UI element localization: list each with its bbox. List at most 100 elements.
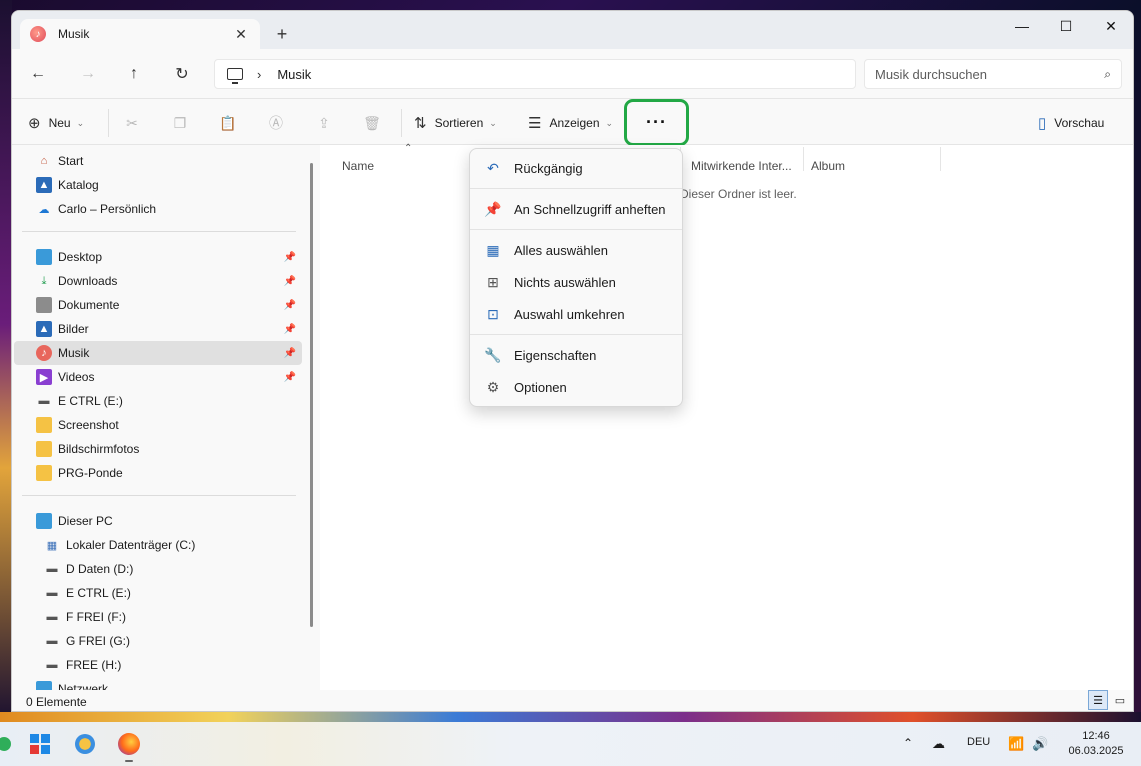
music-icon: ♪ bbox=[30, 26, 46, 42]
column-divider[interactable] bbox=[940, 147, 941, 171]
menu-divider bbox=[470, 229, 682, 230]
computer-icon bbox=[227, 68, 243, 84]
sidebar-item-katalog[interactable]: ▲ Katalog bbox=[14, 173, 302, 197]
navigation-bar: ← → ↑ ↻ › Musik Musik durchsuchen ⌕ bbox=[12, 49, 1133, 99]
copy-icon[interactable]: ❐ bbox=[169, 113, 191, 133]
video-icon: ▶ bbox=[36, 369, 52, 385]
refresh-button[interactable]: ↻ bbox=[168, 62, 196, 86]
tab-musik[interactable]: ♪ Musik ✕ bbox=[20, 19, 260, 49]
sidebar-item-drive-g[interactable]: ▬ G FREI (G:) bbox=[14, 629, 302, 653]
sidebar-item-drive-h[interactable]: ▬ FREE (H:) bbox=[14, 653, 302, 677]
pin-icon[interactable]: 📌 bbox=[284, 276, 296, 287]
sidebar-item-drive-c[interactable]: ▦ Lokaler Datenträger (C:) bbox=[14, 533, 302, 557]
view-label: Anzeigen bbox=[549, 116, 600, 130]
sidebar-item-videos[interactable]: ▶ Videos 📌 bbox=[14, 365, 302, 389]
menu-divider bbox=[470, 188, 682, 189]
invert-selection-icon: ⊡ bbox=[487, 305, 499, 322]
paste-icon[interactable]: 📋 bbox=[217, 113, 239, 133]
pin-icon[interactable]: 📌 bbox=[284, 300, 296, 311]
sidebar-scrollbar[interactable] bbox=[310, 163, 313, 627]
sidebar-item-drive-d[interactable]: ▬ D Daten (D:) bbox=[14, 557, 302, 581]
sidebar-item-prg-ponde[interactable]: PRG-Ponde bbox=[14, 461, 302, 485]
sidebar-item-network[interactable]: Netzwerk bbox=[14, 677, 302, 690]
cut-icon[interactable]: ✂ bbox=[121, 113, 143, 133]
close-button[interactable]: ✕ bbox=[1088, 11, 1133, 41]
sidebar-item-dokumente[interactable]: Dokumente 📌 bbox=[14, 293, 302, 317]
start-menu-icon[interactable] bbox=[26, 730, 54, 758]
pictures-icon: ▲ bbox=[36, 321, 52, 337]
menu-item-undo[interactable]: ↶ Rückgängig bbox=[474, 153, 680, 183]
delete-icon[interactable]: 🗑 bbox=[361, 113, 383, 133]
menu-item-pin-quick-access[interactable]: 📌 An Schnellzugriff anheften bbox=[474, 194, 680, 224]
new-tab-button[interactable]: + bbox=[270, 23, 294, 47]
back-button[interactable]: ← bbox=[24, 62, 52, 86]
pin-icon[interactable]: 📌 bbox=[284, 324, 296, 335]
tab-close-icon[interactable]: ✕ bbox=[232, 26, 250, 43]
sidebar-item-label: Musik bbox=[58, 346, 90, 360]
menu-item-invert-selection[interactable]: ⊡ Auswahl umkehren bbox=[474, 299, 680, 329]
chevron-up-icon[interactable]: ⌃ bbox=[903, 736, 913, 750]
search-placeholder: Musik durchsuchen bbox=[875, 66, 987, 82]
menu-item-select-none[interactable]: ⊞ Nichts auswählen bbox=[474, 267, 680, 297]
minimize-button[interactable]: — bbox=[999, 11, 1045, 41]
sidebar-item-label: Bildschirmfotos bbox=[58, 442, 140, 456]
sidebar-item-label: Dokumente bbox=[58, 298, 120, 312]
sidebar-item-drive-e[interactable]: ▬ E CTRL (E:) bbox=[14, 389, 302, 413]
sidebar-item-label: Screenshot bbox=[58, 418, 119, 432]
sidebar-item-onedrive[interactable]: ☁ Carlo – Persönlich bbox=[14, 197, 302, 221]
preview-button[interactable]: ▯ Vorschau bbox=[1038, 109, 1104, 137]
sidebar-item-start[interactable]: ⌂ Start bbox=[14, 149, 302, 173]
column-divider[interactable] bbox=[803, 147, 804, 171]
sidebar-item-label: Carlo – Persönlich bbox=[58, 202, 157, 216]
new-button[interactable]: ⊕ Neu ⌄ bbox=[28, 109, 84, 137]
column-header-album[interactable]: Album bbox=[811, 159, 845, 173]
sidebar-item-drive-e2[interactable]: ▬ E CTRL (E:) bbox=[14, 581, 302, 605]
sidebar-item-label: D Daten (D:) bbox=[66, 562, 134, 576]
language-indicator[interactable]: DEU bbox=[967, 736, 990, 748]
firefox-icon[interactable] bbox=[115, 730, 143, 758]
share-icon[interactable]: ⇪ bbox=[313, 113, 335, 133]
sidebar-item-bildschirmfotos[interactable]: Bildschirmfotos bbox=[14, 437, 302, 461]
sort-icon: ⇅ bbox=[414, 115, 427, 132]
view-button[interactable]: ☰ Anzeigen ⌄ bbox=[528, 109, 613, 137]
sidebar-item-screenshot[interactable]: Screenshot bbox=[14, 413, 302, 437]
menu-item-label: Nichts auswählen bbox=[514, 274, 616, 290]
pin-icon[interactable]: 📌 bbox=[284, 348, 296, 359]
sidebar-item-downloads[interactable]: ⤓ Downloads 📌 bbox=[14, 269, 302, 293]
pin-icon[interactable]: 📌 bbox=[284, 372, 296, 383]
chevron-right-icon[interactable]: › bbox=[257, 67, 261, 82]
details-view-icon[interactable]: ☰ bbox=[1088, 690, 1108, 710]
menu-item-label: An Schnellzugriff anheften bbox=[514, 201, 666, 217]
clock-time: 12:46 bbox=[1082, 730, 1110, 742]
address-bar[interactable]: › Musik bbox=[214, 59, 856, 89]
sidebar-item-bilder[interactable]: ▲ Bilder 📌 bbox=[14, 317, 302, 341]
sidebar-item-drive-f[interactable]: ▬ F FREI (F:) bbox=[14, 605, 302, 629]
network-icon bbox=[36, 681, 52, 690]
menu-item-properties[interactable]: 🔧 Eigenschaften bbox=[474, 340, 680, 370]
maximize-button[interactable]: ☐ bbox=[1043, 11, 1089, 41]
empty-folder-text: Dieser Ordner ist leer. bbox=[680, 187, 797, 201]
sidebar-item-label: Desktop bbox=[58, 250, 103, 264]
search-input[interactable]: Musik durchsuchen ⌕ bbox=[864, 59, 1122, 89]
tiles-view-icon[interactable]: ▭ bbox=[1110, 690, 1130, 710]
menu-item-options[interactable]: ⚙ Optionen bbox=[474, 372, 680, 402]
sidebar-item-musik[interactable]: ♪ Musik 📌 bbox=[14, 341, 302, 365]
widgets-icon[interactable] bbox=[0, 730, 18, 758]
more-options-button[interactable]: ··· bbox=[624, 99, 689, 146]
sidebar-item-this-pc[interactable]: Dieser PC bbox=[14, 509, 302, 533]
volume-icon[interactable]: 🔊 bbox=[1032, 736, 1048, 752]
column-header-name[interactable]: Name bbox=[342, 159, 374, 173]
sidebar-item-desktop[interactable]: Desktop 📌 bbox=[14, 245, 302, 269]
up-button[interactable]: ↑ bbox=[120, 62, 148, 86]
wifi-icon[interactable]: 📶 bbox=[1008, 736, 1024, 752]
forward-button[interactable]: → bbox=[74, 62, 102, 86]
clock[interactable]: 12:46 06.03.2025 bbox=[1058, 729, 1134, 759]
pin-icon[interactable]: 📌 bbox=[284, 252, 296, 263]
breadcrumb-musik[interactable]: Musik bbox=[277, 67, 311, 82]
menu-item-select-all[interactable]: ▦ Alles auswählen bbox=[474, 235, 680, 265]
sort-button[interactable]: ⇅ Sortieren ⌄ bbox=[414, 109, 497, 137]
column-header-contributors[interactable]: Mitwirkende Inter... bbox=[691, 159, 792, 173]
weather-icon[interactable] bbox=[71, 730, 99, 758]
onedrive-status-icon[interactable]: ☁ bbox=[932, 736, 945, 752]
rename-icon[interactable]: Ⓐ bbox=[265, 113, 287, 133]
